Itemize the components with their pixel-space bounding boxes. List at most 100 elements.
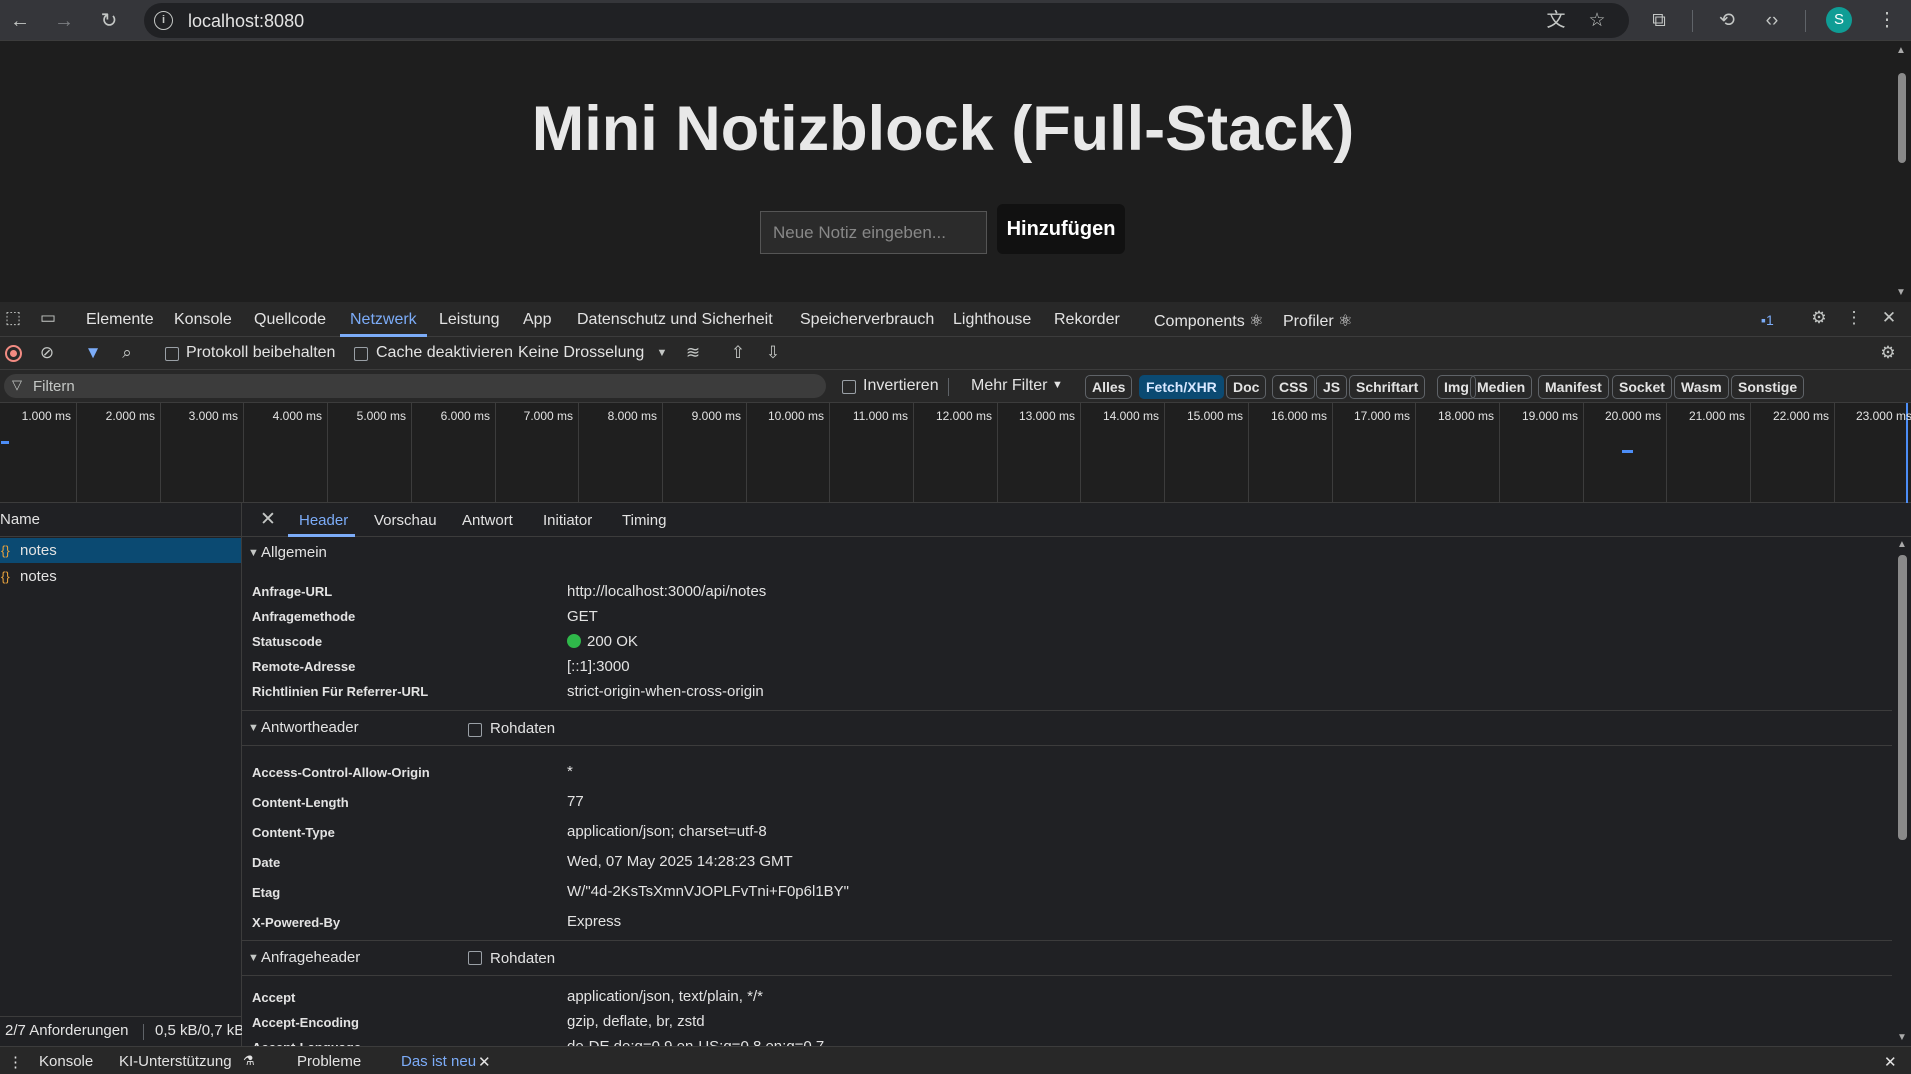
forward-icon[interactable]: → <box>49 6 79 36</box>
address-url[interactable]: localhost:8080 <box>188 11 304 32</box>
raw-checkbox[interactable] <box>468 723 482 737</box>
tab-lighthouse[interactable]: Lighthouse <box>953 311 1031 329</box>
details-scrollbar[interactable]: ▲ ▼ <box>1894 537 1911 1046</box>
filter-input[interactable]: ▽ Filtern <box>4 374 826 398</box>
network-overview-timeline[interactable]: 1.000 ms 2.000 ms 3.000 ms 4.000 ms 5.000 ms… <box>0 403 1911 503</box>
filter-type-manifest[interactable]: Manifest <box>1538 375 1609 399</box>
scroll-down-icon[interactable]: ▼ <box>1897 1032 1907 1043</box>
tab-rekorder[interactable]: Rekorder <box>1054 311 1120 329</box>
filter-type-wasm[interactable]: Wasm <box>1674 375 1729 399</box>
menu-icon[interactable]: ⋮ <box>1872 6 1902 36</box>
raw-label[interactable]: Rohdaten <box>490 712 555 746</box>
timeline-gridline <box>411 403 412 503</box>
drawer-tab-probleme[interactable]: Probleme <box>297 1053 361 1070</box>
tab-profiler[interactable]: Profiler ⚛ <box>1283 311 1352 331</box>
scroll-up-icon[interactable]: ▲ <box>1896 45 1906 56</box>
filter-type-fetch-xhr[interactable]: Fetch/XHR <box>1139 375 1224 399</box>
request-row[interactable]: {} notes <box>0 564 241 589</box>
filter-type-schriftart[interactable]: Schriftart <box>1349 375 1426 399</box>
chevron-down-icon[interactable]: ▼ <box>651 342 673 364</box>
add-note-button[interactable]: Hinzufügen <box>997 204 1125 254</box>
timeline-tick-label: 8.000 ms <box>607 409 657 423</box>
chevron-down-icon[interactable]: ▼ <box>1052 379 1063 391</box>
record-icon[interactable] <box>5 345 22 362</box>
tab-datenschutz[interactable]: Datenschutz und Sicherheit <box>577 311 773 329</box>
close-icon[interactable]: ✕ <box>260 508 276 531</box>
tab-elemente[interactable]: Elemente <box>86 311 154 329</box>
close-devtools-icon[interactable]: ✕ <box>1877 308 1901 328</box>
page-scrollbar[interactable]: ▲ ▼ <box>1893 41 1911 302</box>
reload-icon[interactable]: ↻ <box>94 6 124 36</box>
tab-antwort[interactable]: Antwort <box>462 512 513 529</box>
profile-avatar[interactable]: S <box>1826 7 1852 33</box>
section-general[interactable]: ▼ Allgemein <box>242 538 1892 568</box>
tab-initiator[interactable]: Initiator <box>543 512 592 529</box>
translate-icon[interactable]: 文 <box>1543 8 1569 34</box>
note-input[interactable]: Neue Notiz eingeben... <box>760 211 987 254</box>
scrollbar-thumb[interactable] <box>1898 73 1906 163</box>
code-icon[interactable]: ‹› <box>1757 6 1787 36</box>
filter-type-sonstige[interactable]: Sonstige <box>1731 375 1805 399</box>
raw-label[interactable]: Rohdaten <box>490 942 555 976</box>
raw-checkbox[interactable] <box>468 951 482 965</box>
throttling-select[interactable]: Keine Drosselung <box>518 344 644 362</box>
close-icon[interactable]: ✕ <box>478 1053 491 1071</box>
section-response-headers[interactable]: ▼ Antwortheader Rohdaten <box>242 710 1892 746</box>
issues-counter[interactable]: ▪1 <box>1761 312 1774 328</box>
clear-icon[interactable]: ⊘ <box>36 342 58 364</box>
tab-leistung[interactable]: Leistung <box>439 311 500 329</box>
close-drawer-icon[interactable]: ✕ <box>1884 1053 1897 1071</box>
section-request-headers[interactable]: ▼ Anfrageheader Rohdaten <box>242 940 1892 976</box>
star-icon[interactable]: ☆ <box>1584 8 1610 34</box>
network-conditions-icon[interactable]: ≋ <box>682 342 704 364</box>
invert-checkbox[interactable] <box>842 380 856 394</box>
tab-timing[interactable]: Timing <box>622 512 666 529</box>
import-har-icon[interactable]: ⇧ <box>727 342 749 364</box>
filter-icon[interactable]: ▼ <box>82 342 104 364</box>
filter-type-doc[interactable]: Doc <box>1226 375 1267 399</box>
tab-app[interactable]: App <box>523 311 551 329</box>
preserve-log-label[interactable]: Protokoll beibehalten <box>186 344 335 362</box>
address-bar[interactable]: i localhost:8080 文 ☆ <box>144 3 1629 38</box>
devtools-menu-icon[interactable]: ⋮ <box>1842 308 1866 328</box>
preserve-log-checkbox[interactable] <box>165 347 179 361</box>
drawer-tab-neu[interactable]: Das ist neu <box>401 1053 476 1070</box>
drawer-tab-konsole[interactable]: Konsole <box>39 1053 93 1070</box>
more-filters-dropdown[interactable]: Mehr Filter <box>971 377 1047 395</box>
tab-quellcode[interactable]: Quellcode <box>254 311 326 329</box>
drawer-tab-ki[interactable]: KI-Unterstützung <box>119 1053 232 1070</box>
tab-speicherverbrauch[interactable]: Speicherverbrauch <box>800 311 934 329</box>
tab-header[interactable]: Header <box>299 512 348 529</box>
disable-cache-checkbox[interactable] <box>354 347 368 361</box>
filter-type-js[interactable]: JS <box>1316 375 1348 399</box>
tab-components[interactable]: Components ⚛ <box>1154 311 1264 331</box>
tab-vorschau[interactable]: Vorschau <box>374 512 437 529</box>
timeline-tick-label: 22.000 ms <box>1772 409 1829 423</box>
tab-konsole[interactable]: Konsole <box>174 311 232 329</box>
column-header-name[interactable]: Name <box>0 503 242 537</box>
inspect-element-icon[interactable]: ⬚ <box>1 308 25 328</box>
device-toolbar-icon[interactable]: ▭ <box>36 308 60 328</box>
filter-type-alles[interactable]: Alles <box>1085 375 1133 399</box>
scroll-up-icon[interactable]: ▲ <box>1897 539 1907 550</box>
history-icon[interactable]: ⟲ <box>1712 6 1742 36</box>
settings-icon[interactable]: ⚙ <box>1807 308 1831 328</box>
extensions-icon[interactable]: ⧉ <box>1644 6 1674 36</box>
tab-netzwerk[interactable]: Netzwerk <box>350 311 417 329</box>
requests-summary: 2/7 Anforderungen 0,5 kB/0,7 kB <box>0 1016 244 1046</box>
disable-cache-label[interactable]: Cache deaktivieren <box>376 344 513 362</box>
header-key: Content-Length <box>252 795 349 810</box>
invert-label[interactable]: Invertieren <box>863 377 939 395</box>
scrollbar-thumb[interactable] <box>1898 555 1907 840</box>
drawer-menu-icon[interactable]: ⋮ <box>8 1053 23 1071</box>
request-row[interactable]: {} notes <box>0 538 241 563</box>
site-info-icon[interactable]: i <box>154 11 173 30</box>
network-settings-icon[interactable]: ⚙ <box>1877 342 1899 364</box>
search-icon[interactable]: ⌕ <box>116 342 138 364</box>
export-har-icon[interactable]: ⇩ <box>762 342 784 364</box>
filter-type-css[interactable]: CSS <box>1272 375 1315 399</box>
filter-type-socket[interactable]: Socket <box>1612 375 1672 399</box>
scroll-down-icon[interactable]: ▼ <box>1896 287 1906 298</box>
filter-type-medien[interactable]: Medien <box>1470 375 1533 399</box>
back-icon[interactable]: ← <box>5 6 35 36</box>
